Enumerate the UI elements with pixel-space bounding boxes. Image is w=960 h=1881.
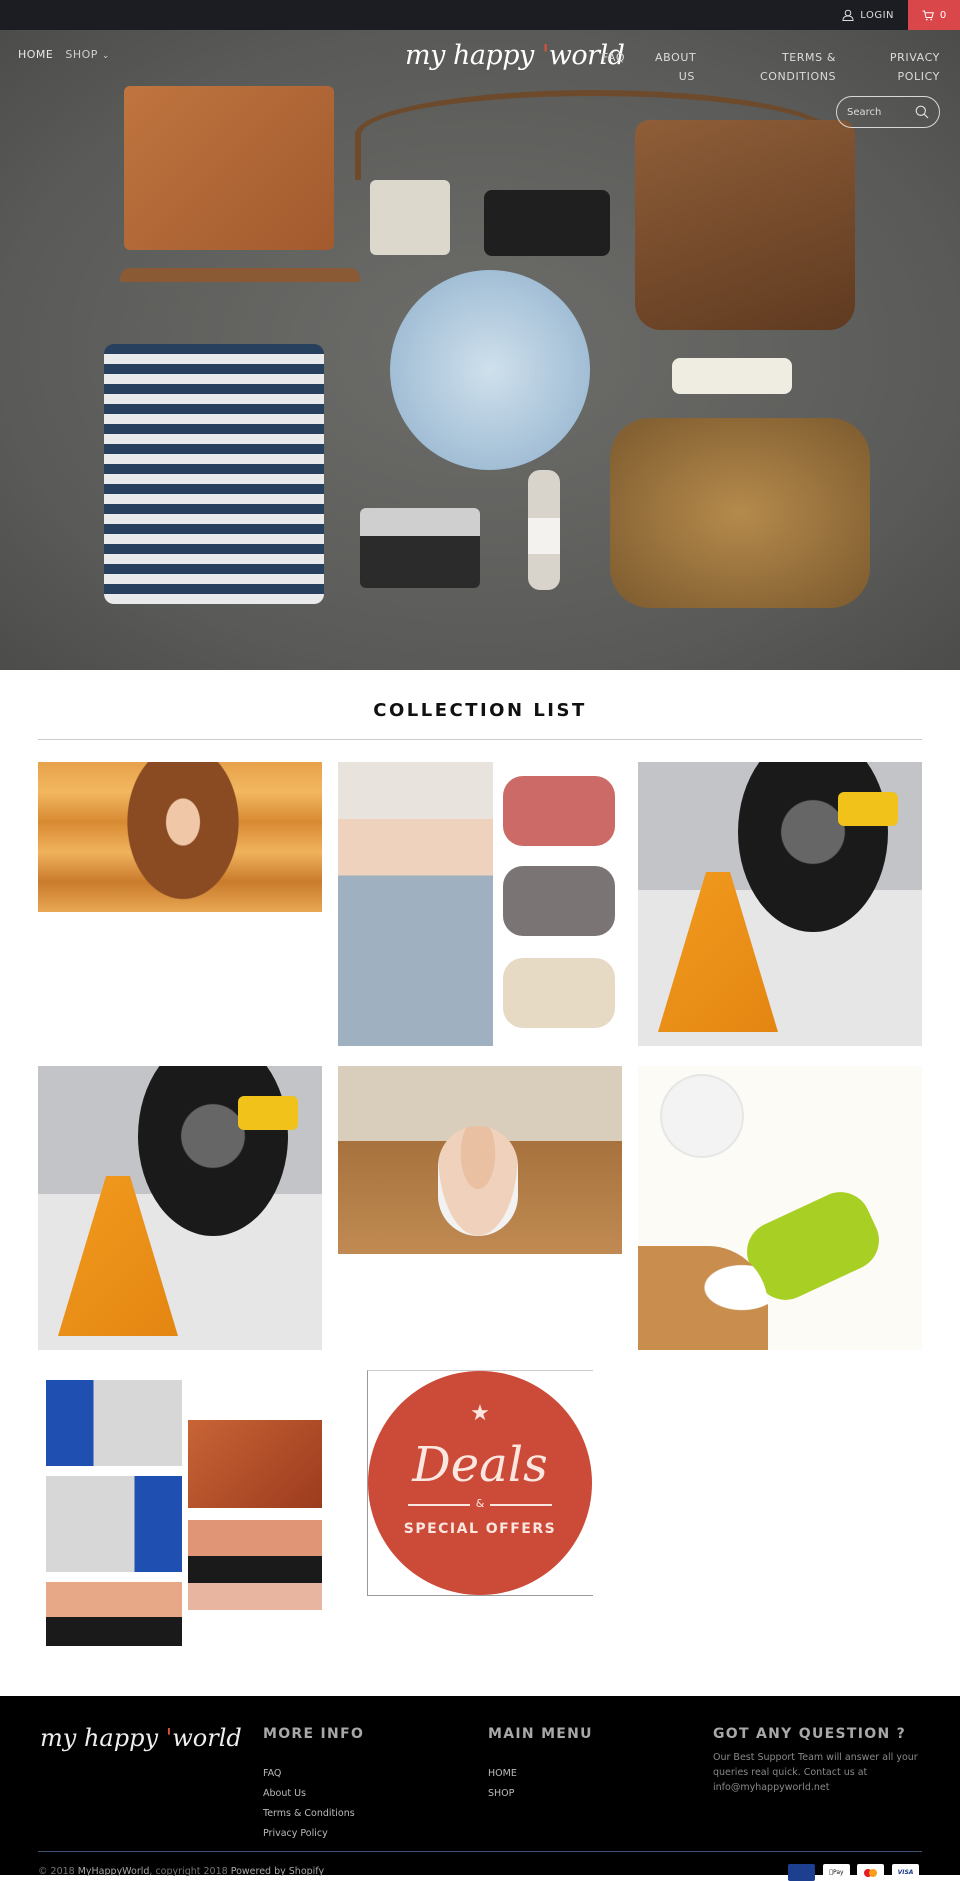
hook-step-1-image (46, 1380, 182, 1466)
deals-amp: & (475, 1497, 485, 1510)
baby-image (438, 1126, 518, 1236)
nav-privacy-line2: POLICY (897, 70, 940, 83)
mastercard-icon (857, 1864, 884, 1881)
leather-bag-image (635, 120, 855, 330)
more-info-title: MORE INFO (263, 1726, 365, 1742)
footer-link-faq[interactable]: FAQ (263, 1768, 281, 1779)
deals-rule-right (490, 1504, 552, 1506)
nav-about-line2: US (678, 70, 695, 83)
main-menu-title: MAIN MENU (488, 1726, 593, 1742)
watch-image (528, 470, 560, 590)
nav-privacy[interactable]: PRIVACY POLICY (880, 48, 940, 86)
footer-logo[interactable]: my happy 'world (40, 1724, 242, 1752)
user-icon (842, 9, 854, 21)
nav-faq-label: FAQ (602, 51, 626, 64)
headband-gray-image (503, 866, 615, 936)
collection-tile-woman[interactable] (38, 762, 322, 912)
nav-home[interactable]: HOME (18, 48, 53, 61)
headband-pink-image (503, 776, 615, 846)
question-title: GOT ANY QUESTION ? (713, 1726, 907, 1742)
collection-tile-pet-bottle[interactable] (638, 1066, 922, 1350)
nav-shop-label: SHOP (65, 48, 98, 61)
nav-about-line1: ABOUT (655, 51, 697, 64)
search-input[interactable] (847, 106, 907, 118)
nav-terms-line2: CONDITIONS (760, 70, 837, 83)
visa-icon: VISA (892, 1864, 919, 1881)
login-label: LOGIN (860, 9, 894, 21)
hook-step-2-image (46, 1476, 182, 1572)
drill-image (838, 792, 898, 826)
footer-logo-text-b: world (172, 1724, 242, 1752)
footer-logo-text-a: my happy (40, 1724, 166, 1752)
pouch-image (370, 180, 450, 255)
tire-image (138, 1066, 288, 1236)
headband-cream-image (503, 958, 615, 1028)
hook-step-3-image (46, 1582, 182, 1646)
hook-step-5-image (188, 1520, 322, 1610)
deals-script: Deals (412, 1437, 548, 1493)
nav-faq[interactable]: FAQ (602, 48, 625, 67)
apple-pay-icon: Pay (823, 1864, 850, 1881)
footer-link-terms[interactable]: Terms & Conditions (263, 1808, 355, 1819)
top-bar: LOGIN 0 (0, 0, 960, 30)
model-headband-image (338, 762, 493, 1046)
collection-tile-car-hooks[interactable] (38, 1370, 322, 1654)
nav-shop[interactable]: SHOP ⌄ (65, 48, 110, 61)
footer: my happy 'world MORE INFO FAQ About Us T… (0, 1696, 960, 1875)
main-nav-left: HOME SHOP ⌄ (18, 48, 110, 61)
belt-image (120, 268, 360, 296)
dog-image (638, 1246, 768, 1350)
bottle-thumbnail-image (660, 1074, 744, 1158)
hero-banner: HOME SHOP ⌄ my happy 'world FAQ ABOUT US… (0, 30, 960, 670)
collection-tile-headbands[interactable] (338, 762, 622, 1046)
nav-about-us[interactable]: ABOUT US (655, 48, 697, 86)
login-link[interactable]: LOGIN (842, 0, 894, 30)
drill-image (238, 1096, 298, 1130)
section-title: COLLECTION LIST (373, 700, 587, 721)
footer-link-shop[interactable]: SHOP (488, 1788, 514, 1799)
camera-image (360, 508, 480, 588)
title-divider (38, 739, 922, 740)
logo-text-a: my happy (405, 40, 542, 71)
nav-privacy-line1: PRIVACY (889, 51, 940, 64)
nav-terms[interactable]: TERMS & CONDITIONS (760, 48, 836, 86)
site-logo[interactable]: my happy 'world (405, 40, 625, 71)
footer-link-home[interactable]: HOME (488, 1768, 517, 1779)
phone-image (484, 190, 610, 256)
cart-icon (922, 10, 934, 20)
copyright-brand-link[interactable]: MyHappyWorld (78, 1866, 150, 1877)
cart-count: 0 (939, 9, 947, 21)
footer-divider (38, 1851, 922, 1852)
deals-badge: ★ Deals & SPECIAL OFFERS (368, 1371, 592, 1595)
footer-link-about-us[interactable]: About Us (263, 1788, 306, 1799)
copyright: © 2018 MyHappyWorld, copyright 2018 Powe… (38, 1866, 324, 1877)
boots-image (610, 418, 870, 608)
cart-button[interactable]: 0 (908, 0, 960, 30)
tire-image (738, 762, 888, 932)
star-icon: ★ (470, 1401, 490, 1426)
powered-by-link[interactable]: Powered by Shopify (231, 1866, 324, 1877)
footer-link-privacy[interactable]: Privacy Policy (263, 1828, 328, 1839)
woman-hair-image (118, 762, 248, 912)
deals-caption: SPECIAL OFFERS (403, 1521, 557, 1537)
copyright-year: © 2018 (38, 1866, 78, 1877)
search-box (836, 96, 940, 128)
leather-folio-image (124, 86, 334, 250)
hook-step-4-image (188, 1420, 322, 1508)
striped-sweater-image (104, 344, 324, 604)
search-icon[interactable] (915, 105, 929, 119)
amex-icon (788, 1864, 815, 1881)
collection-tile-deals[interactable]: ★ Deals & SPECIAL OFFERS (367, 1370, 593, 1596)
copyright-text: , copyright 2018 (149, 1866, 231, 1877)
scarf-image (390, 270, 590, 470)
sunglasses-image (672, 358, 792, 394)
logo-mark: ' (541, 40, 549, 71)
collection-tile-baby[interactable] (338, 1066, 622, 1254)
collection-tile-car-jack-2[interactable] (38, 1066, 322, 1350)
collection-tile-car-jack-1[interactable] (638, 762, 922, 1046)
chevron-down-icon: ⌄ (101, 51, 110, 61)
question-text: Our Best Support Team will answer all yo… (713, 1752, 918, 1793)
nav-terms-line1: TERMS & (781, 51, 836, 64)
